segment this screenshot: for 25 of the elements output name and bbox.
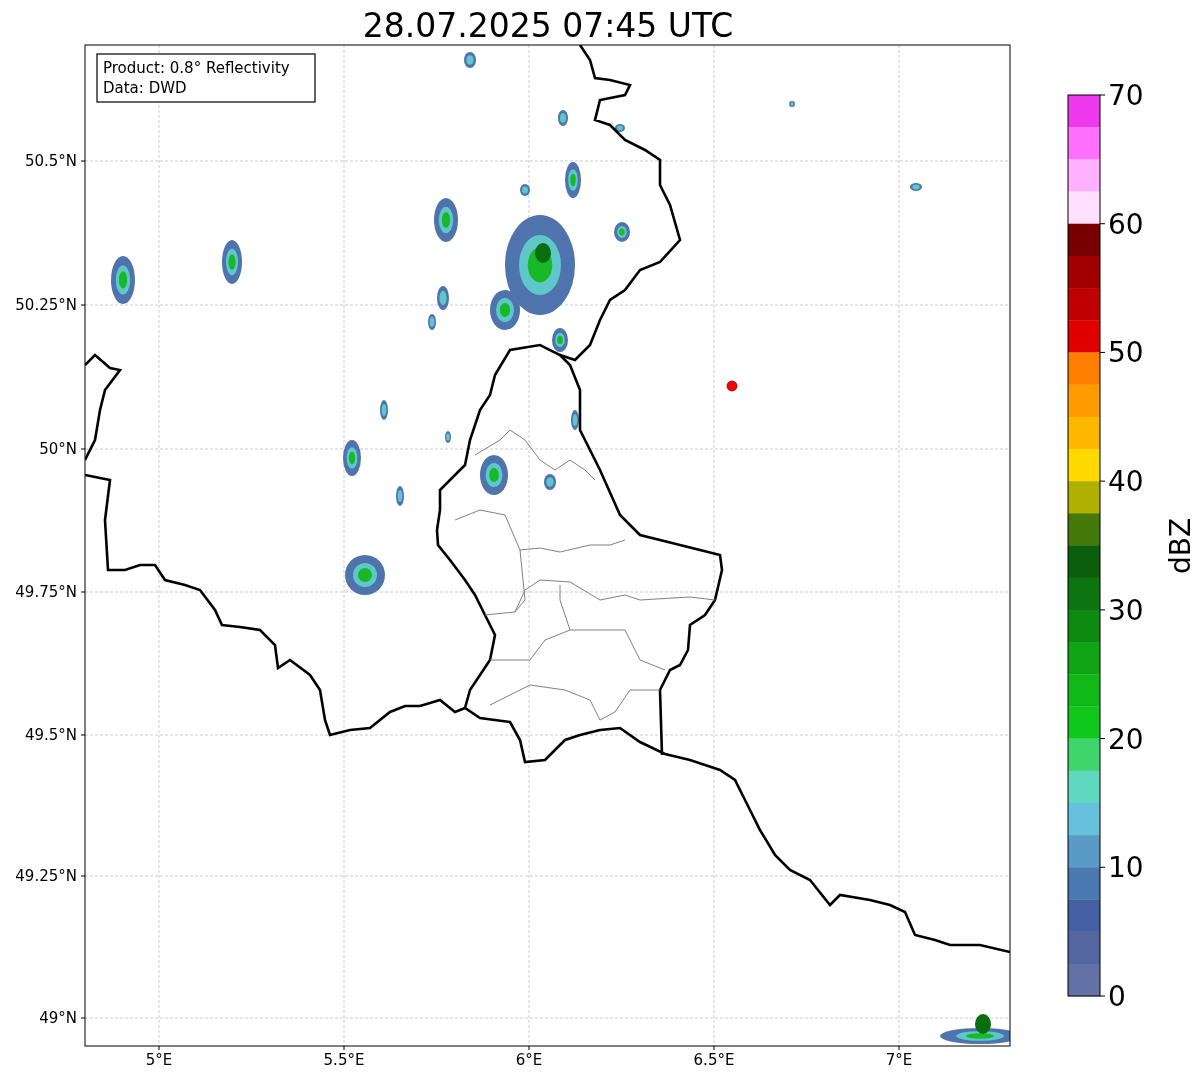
latitude-label: 50.5°N — [24, 152, 77, 170]
longitude-label: 7°E — [885, 1051, 913, 1069]
colorbar-tick-label: 0 — [1108, 980, 1126, 1013]
station-marker — [726, 380, 738, 392]
colorbar-label: dBZ — [1164, 517, 1197, 575]
legend-text: Product: 0.8° Reflectivity — [103, 59, 290, 77]
colorbar-tick-label: 70 — [1108, 79, 1144, 112]
colorbar-tick-label: 20 — [1108, 722, 1144, 756]
longitude-label: 6°E — [515, 1051, 543, 1069]
latitude-label: 49.25°N — [15, 867, 77, 885]
chart-title: 28.07.2025 07:45 UTC — [362, 6, 734, 45]
colorbar-tick-label: 60 — [1108, 207, 1144, 241]
longitude-label: 5.5°E — [323, 1051, 365, 1069]
colorbar-tick-label: 50 — [1108, 336, 1144, 370]
legend-text: Data: DWD — [103, 79, 187, 97]
colorbar-tick-label: 40 — [1108, 465, 1144, 499]
latitude-label: 50°N — [39, 440, 77, 458]
colorbar-tick-label: 30 — [1108, 593, 1144, 627]
latitude-label: 49°N — [39, 1009, 77, 1027]
longitude-label: 6.5°E — [693, 1051, 735, 1069]
latitude-label: 50.25°N — [15, 296, 77, 314]
latitude-label: 49.5°N — [24, 726, 77, 744]
longitude-label: 5°E — [145, 1051, 173, 1069]
colorbar-tick-label: 10 — [1108, 851, 1144, 885]
latitude-label: 49.75°N — [15, 583, 77, 601]
